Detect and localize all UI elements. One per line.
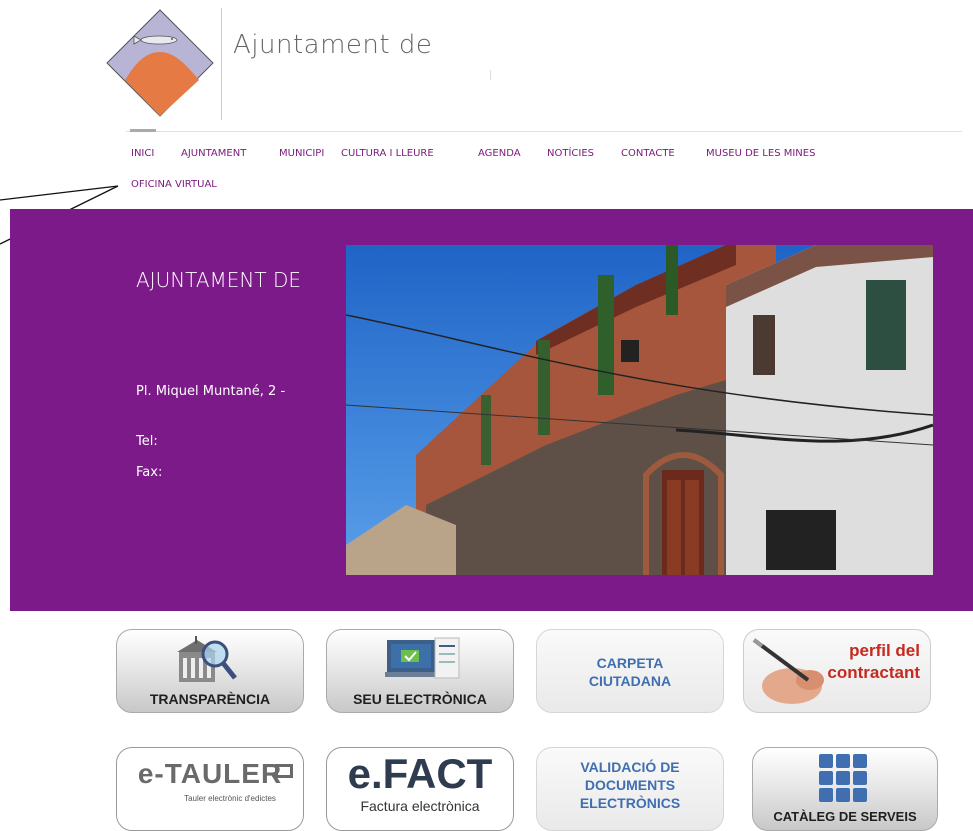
nav-item-museu-de-les-mines[interactable]: MUSEU DE LES MINES xyxy=(706,148,815,159)
validacio-documents-button[interactable]: VALIDACIÓ DE DOCUMENTS ELECTRÒNICS xyxy=(536,747,724,831)
nav-item-cultura-i-lleure[interactable]: CULTURA I LLEURE xyxy=(341,148,434,159)
transparencia-label: TRANSPARÈNCIA xyxy=(149,691,271,707)
e-tauler-screen-icon xyxy=(275,764,293,778)
seu-electronica-button[interactable]: SEU ELECTRÒNICA xyxy=(326,629,514,713)
nav-item-oficina-virtual[interactable]: OFICINA VIRTUAL xyxy=(131,179,217,190)
logo-divider xyxy=(221,8,222,120)
seu-electronica-label: SEU ELECTRÒNICA xyxy=(353,691,487,707)
carpeta-label-line1: CARPETA xyxy=(596,655,664,671)
hero-title: AJUNTAMENT DE xyxy=(136,268,301,292)
perfil-del-contractant-button[interactable]: perfil del contractant xyxy=(743,629,931,713)
municipal-logo[interactable] xyxy=(105,8,215,118)
title-divider xyxy=(490,70,491,80)
carpeta-label-line2: CIUTADANA xyxy=(588,673,672,689)
cataleg-label: CATÀLEG DE SERVEIS xyxy=(773,809,917,824)
hero-tel-label: Tel: xyxy=(136,434,158,449)
nav-item-inici[interactable]: INICI xyxy=(131,148,154,159)
perfil-label-line2: contractant xyxy=(827,663,920,682)
hero-fax-label: Fax: xyxy=(136,465,163,480)
transparencia-button[interactable]: TRANSPARÈNCIA xyxy=(116,629,304,713)
nav-item-municipi[interactable]: MUNICIPI xyxy=(279,148,324,159)
service-grid-icon xyxy=(819,754,867,802)
site-title: Ajuntament de xyxy=(233,30,433,60)
nav-item-noticies[interactable]: NOTÍCIES xyxy=(547,148,594,159)
transparency-building-icon xyxy=(177,636,237,682)
nav-item-agenda[interactable]: AGENDA xyxy=(478,148,521,159)
cataleg-de-serveis-button[interactable]: CATÀLEG DE SERVEIS xyxy=(752,747,938,831)
validacio-label-line2: DOCUMENTS xyxy=(584,777,676,793)
e-fact-brand: e.FACT xyxy=(347,750,493,797)
town-hall-photo xyxy=(346,245,933,575)
hero-address: Pl. Miquel Muntané, 2 - xyxy=(136,384,286,399)
nav-item-ajuntament[interactable]: AJUNTAMENT xyxy=(181,148,246,159)
e-tauler-button[interactable]: e-TAULER Tauler electrònic d'edictes xyxy=(116,747,304,831)
e-fact-subtitle: Factura electrònica xyxy=(360,798,480,814)
e-fact-button[interactable]: e.FACT Factura electrònica xyxy=(326,747,514,831)
perfil-label-line1: perfil del xyxy=(849,641,920,660)
validacio-label-line3: ELECTRÒNICS xyxy=(579,795,681,811)
nav-top-rule xyxy=(126,131,962,132)
nav-active-indicator xyxy=(130,129,156,132)
e-tauler-subtitle: Tauler electrònic d'edictes xyxy=(184,794,276,803)
nav-item-contacte[interactable]: CONTACTE xyxy=(621,148,675,159)
validacio-label-line1: VALIDACIÓ DE xyxy=(580,759,680,775)
laptop-document-icon xyxy=(385,637,460,679)
carpeta-ciutadana-button[interactable]: CARPETA CIUTADANA xyxy=(536,629,724,713)
